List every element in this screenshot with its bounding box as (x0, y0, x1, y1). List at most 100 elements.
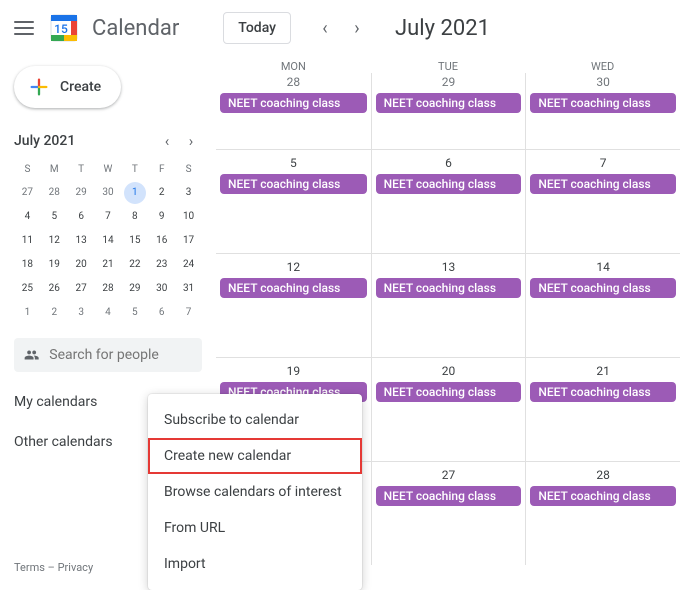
mini-cal-day[interactable]: 23 (151, 254, 173, 276)
mini-cal-day[interactable]: 18 (16, 254, 38, 276)
people-icon (24, 346, 39, 364)
mini-cal-day[interactable]: 21 (97, 254, 119, 276)
day-number: 7 (526, 150, 680, 174)
mini-cal-day[interactable]: 2 (151, 182, 173, 204)
other-calendars-label: Other calendars (14, 434, 113, 450)
mini-cal-day[interactable]: 7 (97, 206, 119, 228)
day-cell[interactable]: 29NEET coaching class (371, 73, 526, 149)
day-cell[interactable]: 28NEET coaching class (525, 462, 680, 565)
mini-cal-day[interactable]: 17 (178, 230, 200, 252)
mini-cal-dow: F (148, 160, 175, 180)
app-name: Calendar (92, 16, 179, 41)
mini-cal-day[interactable]: 24 (178, 254, 200, 276)
mini-cal-day[interactable]: 12 (43, 230, 65, 252)
mini-cal-day[interactable]: 8 (124, 206, 146, 228)
day-cell[interactable]: 30NEET coaching class (525, 73, 680, 149)
mini-cal-day[interactable]: 29 (124, 278, 146, 300)
menu-item[interactable]: Subscribe to calendar (148, 402, 362, 438)
menu-item[interactable]: Browse calendars of interest (148, 474, 362, 510)
day-number: 19 (216, 358, 371, 382)
day-cell[interactable]: 28NEET coaching class (216, 73, 371, 149)
mini-cal-day[interactable]: 22 (124, 254, 146, 276)
calendar-logo-icon: 15 (48, 12, 80, 44)
privacy-link[interactable]: Privacy (58, 561, 94, 574)
day-cell[interactable]: 12NEET coaching class (216, 254, 371, 357)
day-cell[interactable]: 27NEET coaching class (371, 462, 526, 565)
prev-period-button[interactable]: ‹ (311, 14, 339, 42)
calendar-event[interactable]: NEET coaching class (220, 174, 367, 194)
calendar-event[interactable]: NEET coaching class (376, 93, 522, 113)
day-cell[interactable]: 14NEET coaching class (525, 254, 680, 357)
mini-cal-day[interactable]: 6 (151, 302, 173, 324)
add-calendar-menu: Subscribe to calendarCreate new calendar… (148, 394, 362, 590)
mini-cal-day[interactable]: 9 (151, 206, 173, 228)
menu-item[interactable]: Import (148, 546, 362, 582)
calendar-event[interactable]: NEET coaching class (376, 486, 522, 506)
today-button[interactable]: Today (223, 12, 291, 44)
mini-cal-day[interactable]: 30 (151, 278, 173, 300)
hamburger-menu-icon[interactable] (12, 16, 36, 40)
calendar-event[interactable]: NEET coaching class (530, 174, 676, 194)
day-number: 13 (372, 254, 526, 278)
calendar-event[interactable]: NEET coaching class (530, 486, 676, 506)
mini-cal-day[interactable]: 1 (124, 182, 146, 204)
mini-cal-day[interactable]: 19 (43, 254, 65, 276)
calendar-event[interactable]: NEET coaching class (530, 278, 676, 298)
mini-cal-day[interactable]: 5 (43, 206, 65, 228)
calendar-event[interactable]: NEET coaching class (530, 93, 676, 113)
mini-cal-day[interactable]: 13 (70, 230, 92, 252)
mini-cal-day[interactable]: 6 (70, 206, 92, 228)
mini-cal-day[interactable]: 28 (43, 182, 65, 204)
day-cell[interactable]: 5NEET coaching class (216, 150, 371, 253)
day-number: 28 (526, 462, 680, 486)
day-cell[interactable]: 13NEET coaching class (371, 254, 526, 357)
day-of-week-header: WED (525, 60, 680, 73)
mini-cal-day[interactable]: 4 (97, 302, 119, 324)
menu-item[interactable]: From URL (148, 510, 362, 546)
day-cell[interactable]: 21NEET coaching class (525, 358, 680, 461)
mini-cal-day[interactable]: 26 (43, 278, 65, 300)
day-cell[interactable]: 7NEET coaching class (525, 150, 680, 253)
day-cell[interactable]: 6NEET coaching class (371, 150, 526, 253)
mini-cal-day[interactable]: 5 (124, 302, 146, 324)
mini-cal-day[interactable]: 31 (178, 278, 200, 300)
mini-cal-day[interactable]: 20 (70, 254, 92, 276)
calendar-event[interactable]: NEET coaching class (376, 174, 522, 194)
mini-cal-day[interactable]: 3 (178, 182, 200, 204)
mini-cal-day[interactable]: 29 (70, 182, 92, 204)
mini-cal-day[interactable]: 11 (16, 230, 38, 252)
day-cell[interactable]: 20NEET coaching class (371, 358, 526, 461)
mini-cal-prev-button[interactable]: ‹ (156, 130, 178, 152)
mini-cal-day[interactable]: 27 (70, 278, 92, 300)
mini-cal-day[interactable]: 2 (43, 302, 65, 324)
terms-link[interactable]: Terms (14, 561, 45, 574)
calendar-event[interactable]: NEET coaching class (220, 93, 367, 113)
menu-item[interactable]: Create new calendar (148, 438, 362, 474)
mini-cal-day[interactable]: 7 (178, 302, 200, 324)
search-people[interactable] (14, 338, 202, 372)
mini-cal-day[interactable]: 3 (70, 302, 92, 324)
next-period-button[interactable]: › (343, 14, 371, 42)
mini-cal-next-button[interactable]: › (180, 130, 202, 152)
day-of-week-header: TUE (371, 60, 526, 73)
day-number: 12 (216, 254, 371, 278)
calendar-event[interactable]: NEET coaching class (376, 382, 522, 402)
mini-cal-dow: T (121, 160, 148, 180)
mini-cal-day[interactable]: 14 (97, 230, 119, 252)
my-calendars-label: My calendars (14, 394, 97, 410)
create-button[interactable]: Create (14, 66, 121, 108)
calendar-event[interactable]: NEET coaching class (376, 278, 522, 298)
mini-cal-day[interactable]: 10 (178, 206, 200, 228)
mini-cal-day[interactable]: 27 (16, 182, 38, 204)
calendar-event[interactable]: NEET coaching class (220, 278, 367, 298)
calendar-event[interactable]: NEET coaching class (530, 382, 676, 402)
mini-cal-day[interactable]: 1 (16, 302, 38, 324)
mini-cal-day[interactable]: 4 (16, 206, 38, 228)
mini-cal-day[interactable]: 30 (97, 182, 119, 204)
mini-cal-day[interactable]: 15 (124, 230, 146, 252)
search-people-input[interactable] (49, 347, 192, 363)
mini-cal-day[interactable]: 16 (151, 230, 173, 252)
mini-cal-day[interactable]: 28 (97, 278, 119, 300)
mini-cal-day[interactable]: 25 (16, 278, 38, 300)
date-nav: ‹ › (311, 14, 371, 42)
